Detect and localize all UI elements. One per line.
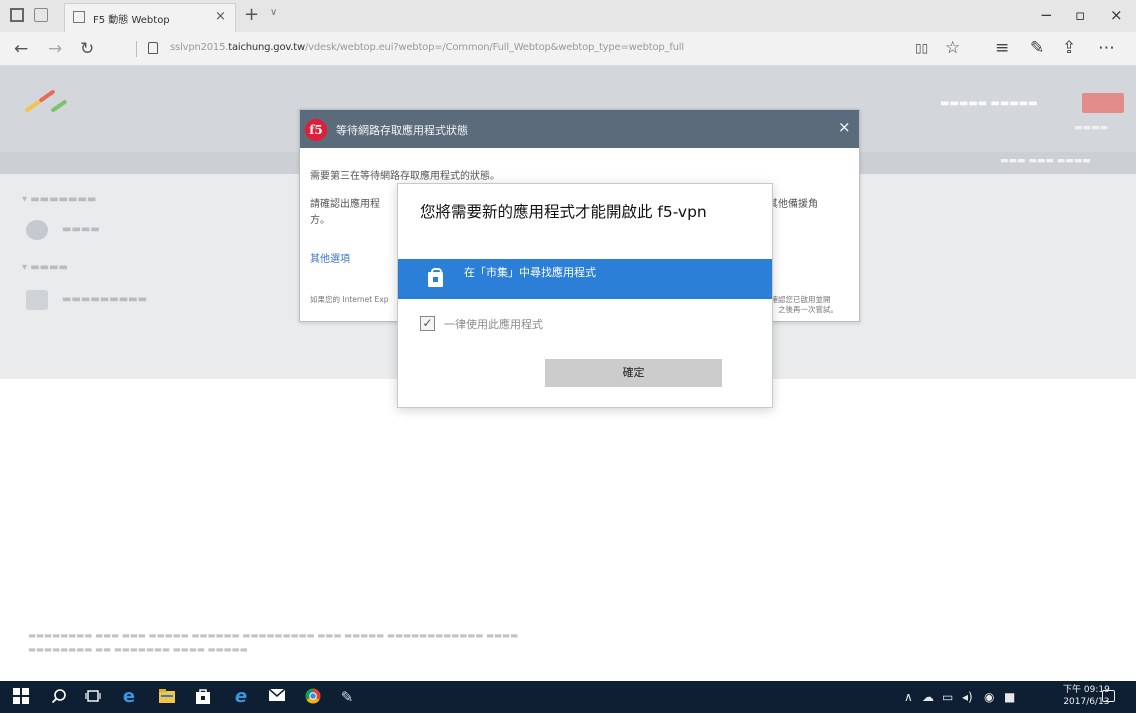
ok-button[interactable]: 確定 (545, 359, 722, 387)
internet-explorer-icon[interactable]: e (232, 688, 250, 706)
reading-view-icon[interactable]: ▯▯ (915, 41, 928, 55)
page-favicon-icon (73, 11, 85, 23)
forward-button[interactable]: → (48, 39, 62, 59)
store-icon[interactable] (194, 688, 212, 706)
tray-app-icon[interactable]: ☁ (922, 690, 934, 704)
f5-dialog-header: f5 等待網路存取應用程式狀態 × (300, 110, 859, 148)
app-resource-label[interactable]: ▬▬▬▬▬▬▬▬▬ (62, 294, 147, 305)
ime-icon[interactable]: ■ (1004, 690, 1015, 704)
chrome-icon[interactable] (304, 688, 322, 706)
store-bag-icon (428, 268, 443, 287)
more-icon[interactable]: ⋯ (1098, 38, 1115, 58)
always-use-label[interactable]: 一律使用此應用程式 (444, 316, 543, 332)
address-separator (136, 41, 137, 57)
search-icon[interactable] (50, 688, 68, 706)
new-tab-button[interactable]: + (244, 4, 259, 25)
subbar-links[interactable]: ▬▬▬ ▬▬▬ ▬▬▬▬ (1000, 156, 1091, 166)
tab-manager-icon[interactable] (10, 8, 24, 22)
url-field[interactable]: sslvpn2015.taichung.gov.tw/vdesk/webtop.… (170, 42, 684, 53)
browser-tab[interactable]: F5 動態 Webtop × (64, 3, 236, 32)
f5-status-line-1: 需要第三在等待網路存取應用程式的狀態。 (310, 171, 500, 182)
find-in-store-option[interactable]: 在「市集」中尋找應用程式 (398, 259, 772, 299)
app-picker-dialog: 您將需要新的應用程式才能開啟此 f5-vpn 在「市集」中尋找應用程式 ✓ 一律… (397, 183, 773, 408)
f5-small-note-left: 如果您的 Internet Exp (310, 295, 389, 304)
back-button[interactable]: ← (14, 39, 28, 59)
network-access-resource-icon[interactable] (26, 220, 48, 240)
f5-status-line-2-left: 請確認出應用程 (310, 199, 380, 210)
f5-dialog-close-icon[interactable]: × (838, 118, 851, 136)
minimize-button[interactable]: − (1040, 6, 1053, 24)
user-info: ▬▬▬▬▬ ▬▬▬▬▬ (940, 98, 1038, 109)
start-windows-icon[interactable] (12, 688, 30, 706)
tab-preview-chevron-icon[interactable]: ∨ (270, 7, 277, 18)
file-explorer-icon[interactable] (158, 688, 176, 706)
url-domain: taichung.gov.tw (228, 42, 305, 53)
web-note-icon[interactable]: ✎ (1030, 38, 1044, 58)
section-apps-title: ▾ ▬▬▬▬ (22, 262, 68, 273)
find-in-store-label: 在「市集」中尋找應用程式 (464, 266, 596, 279)
volume-icon[interactable]: ◂) (962, 690, 973, 704)
footer-line-1: ▬▬▬▬▬▬▬▬ ▬▬▬ ▬▬▬ ▬▬▬▬▬ ▬▬▬▬▬▬ ▬▬▬▬▬▬▬▬▬ … (28, 631, 519, 641)
lock-icon[interactable] (148, 42, 158, 54)
close-window-button[interactable]: × (1110, 6, 1123, 24)
tray-settings-icon[interactable]: ◉ (984, 690, 994, 704)
footer-line-2: ▬▬▬▬▬▬▬▬ ▬▬ ▬▬▬▬▬▬▬ ▬▬▬▬ ▬▬▬▬▬ (28, 645, 248, 655)
network-icon[interactable]: ▭ (942, 690, 953, 704)
pen-tool-icon[interactable]: ✎ (338, 688, 356, 706)
logout-button[interactable] (1082, 93, 1124, 113)
action-center-icon[interactable] (1102, 690, 1115, 702)
mail-icon[interactable] (268, 688, 286, 706)
url-prefix: sslvpn2015. (170, 42, 229, 53)
network-access-resource-label[interactable]: ▬▬▬▬ (62, 224, 100, 235)
f5-logo-icon: f5 (305, 119, 327, 141)
f5-more-options-link[interactable]: 其他選項 (310, 250, 350, 265)
tab-close-icon[interactable]: × (215, 9, 226, 24)
edge-browser-icon[interactable]: e (120, 688, 138, 706)
tab-title: F5 動態 Webtop (93, 15, 170, 26)
windows-taskbar: e e ✎ ∧ ☁ ▭ ◂) ◉ ■ 下午 09:19 2017/6/13 (0, 681, 1136, 713)
maximize-button[interactable]: ▫ (1075, 6, 1085, 24)
taichung-logo (20, 80, 74, 124)
browser-titlebar: F5 動態 Webtop × + ∨ − ▫ × (0, 0, 1136, 32)
back-tabs-icon[interactable] (34, 8, 48, 22)
task-view-icon[interactable] (84, 688, 102, 706)
always-use-checkbox[interactable]: ✓ (420, 316, 435, 331)
tray-overflow-chevron-icon[interactable]: ∧ (904, 690, 913, 704)
share-icon[interactable]: ⇪ (1062, 38, 1076, 58)
url-path: /vdesk/webtop.eui?webtop=/Common/Full_We… (305, 42, 684, 53)
hub-icon[interactable]: ≡ (995, 38, 1009, 58)
f5-status-line-3: 方。 (310, 215, 330, 226)
app-resource-icon[interactable] (26, 290, 48, 310)
app-picker-title: 您將需要新的應用程式才能開啟此 f5-vpn (420, 203, 707, 221)
refresh-button[interactable]: ↻ (80, 39, 94, 59)
section-network-access-title: ▾ ▬▬▬▬▬▬▬ (22, 194, 97, 205)
favorite-star-icon[interactable]: ☆ (945, 38, 960, 58)
f5-dialog-title: 等待網路存取應用程式狀態 (336, 124, 468, 137)
address-bar: ← → ↻ sslvpn2015.taichung.gov.tw/vdesk/w… (0, 32, 1136, 66)
logout-sub-text: ▬▬▬▬ (1074, 123, 1109, 133)
